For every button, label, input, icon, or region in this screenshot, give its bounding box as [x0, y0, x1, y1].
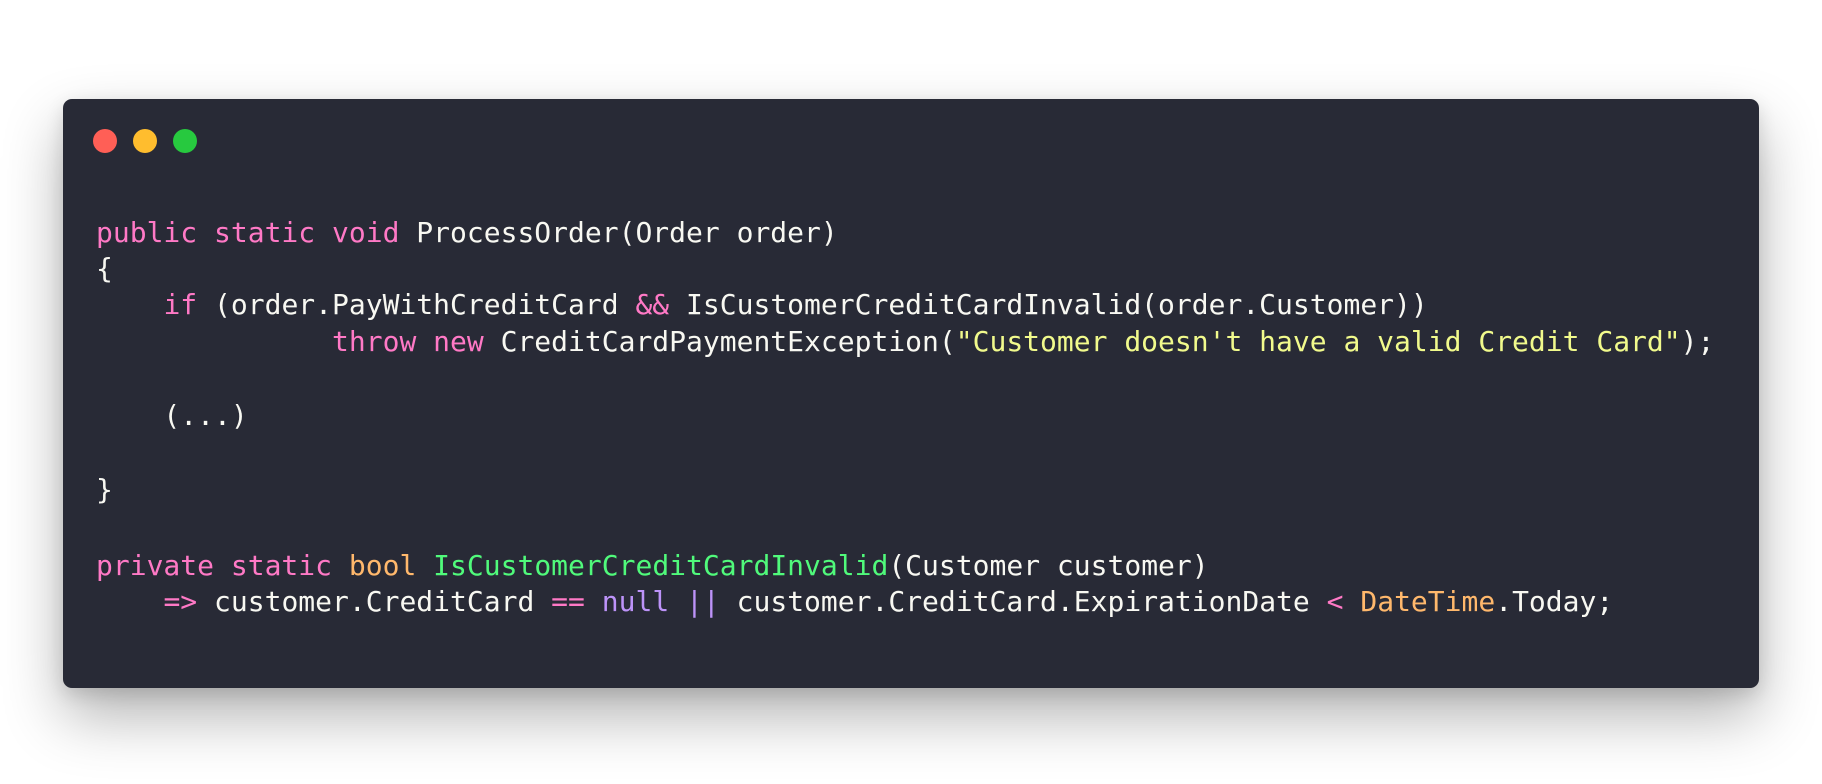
code-token-plain: (...) [96, 399, 248, 432]
code-token-method: IsCustomerCreditCardInvalid [433, 549, 889, 582]
code-token-keyword: private static [96, 549, 333, 582]
code-line-helper-signature: private static bool IsCustomerCreditCard… [96, 549, 1209, 583]
code-token-plain: { [96, 252, 113, 285]
code-token-keyword: if [163, 288, 198, 321]
code-line-ellipsis: (...) [96, 399, 248, 433]
code-line-open-brace: { [96, 252, 113, 286]
code-block: public static void ProcessOrder(Order or… [96, 99, 1714, 618]
code-token-constant: null [601, 585, 670, 618]
code-line-throw: throw new CreditCardPaymentException("Cu… [96, 325, 1714, 359]
code-token-plain: customer.CreditCard.ExpirationDate [719, 585, 1327, 618]
code-token-keyword: public static void [96, 216, 400, 249]
code-token-keyword: => [163, 585, 198, 618]
code-token-plain: IsCustomerCreditCardInvalid(order.Custom… [669, 288, 1428, 321]
code-token-plain: customer.CreditCard [197, 585, 552, 618]
code-line-if-condition: if (order.PayWithCreditCard && IsCustome… [96, 288, 1428, 322]
code-line-close-brace: } [96, 473, 113, 507]
code-token-keyword: == [551, 585, 585, 618]
code-token-type: bool [348, 549, 417, 582]
code-window: public static void ProcessOrder(Order or… [63, 99, 1759, 688]
code-token-plain: ProcessOrder(Order order) [399, 216, 838, 249]
code-line-method-signature: public static void ProcessOrder(Order or… [96, 216, 838, 250]
code-token-type: DateTime [1360, 585, 1496, 618]
code-token-plain: (Customer customer) [888, 549, 1209, 582]
code-token-keyword: < [1326, 585, 1344, 618]
code-line-helper-body: => customer.CreditCard == null || custom… [96, 585, 1613, 619]
code-token-plain: .Today; [1495, 585, 1614, 618]
code-token-plain: ); [1680, 325, 1715, 358]
code-token-keyword: && [635, 288, 670, 321]
code-token-plain: } [96, 473, 113, 506]
code-token-keyword: throw new [332, 325, 484, 358]
code-token-plain: CreditCardPaymentException( [483, 325, 956, 358]
code-token-constant: || [686, 585, 720, 618]
code-token-plain: (order.PayWithCreditCard [197, 288, 636, 321]
code-token-string: "Customer doesn't have a valid Credit Ca… [955, 325, 1681, 358]
maximize-window-button[interactable] [173, 129, 197, 153]
